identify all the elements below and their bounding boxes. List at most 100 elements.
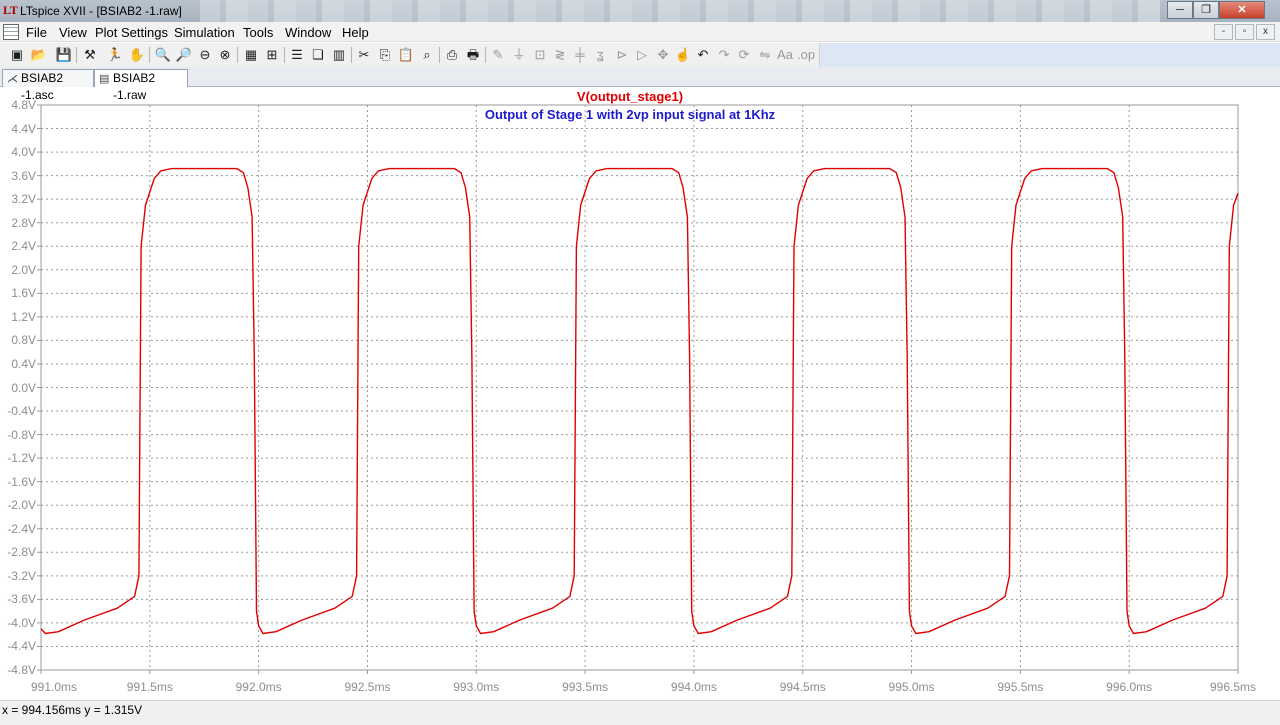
y-tick-label: -0.8V [7, 427, 36, 442]
x-tick-label: 993.5ms [562, 680, 609, 694]
menu-simulation[interactable]: Simulation [174, 25, 235, 40]
tile-vertical-icon[interactable]: ▥ [330, 46, 348, 64]
open-folder-icon[interactable]: 📂 [30, 46, 48, 64]
y-tick-label: 2.4V [11, 239, 36, 254]
rotate-icon[interactable]: ⟳ [735, 46, 753, 64]
x-tick-label: 991.0ms [31, 680, 78, 694]
document-waveform-icon[interactable] [3, 24, 19, 40]
run-icon[interactable]: 🏃 [106, 46, 124, 64]
title-bar-background [200, 0, 1160, 22]
zoom-extents-icon[interactable]: ⊞ [263, 46, 281, 64]
draw-wire-icon[interactable]: ✎ [489, 46, 507, 64]
find-binoculars-icon[interactable]: ⌕ [418, 46, 436, 64]
trace-label[interactable]: V(output_stage1) [540, 89, 720, 104]
y-tick-label: -3.2V [7, 568, 36, 583]
x-tick-label: 991.5ms [126, 680, 173, 694]
x-tick-label: 995.0ms [888, 680, 935, 694]
menu-help[interactable]: Help [342, 25, 369, 40]
mirror-icon[interactable]: ⇋ [756, 46, 774, 64]
component-icon[interactable]: ▷ [633, 46, 651, 64]
mdi-minimize-button[interactable]: - [1214, 24, 1233, 40]
tile-horizontal-icon[interactable]: ☰ [288, 46, 306, 64]
paste-icon[interactable]: 📋 [397, 46, 415, 64]
title-bar: LT LTspice XVII - [BSIAB2 -1.raw] ─ ❐ ✕ [0, 0, 1280, 22]
toolbar-separator [284, 47, 285, 63]
y-tick-label: 0.0V [11, 380, 36, 395]
x-tick-label: 994.5ms [779, 680, 826, 694]
save-icon[interactable]: 💾 [55, 46, 73, 64]
close-button[interactable]: ✕ [1219, 1, 1265, 19]
toolbar-separator [76, 47, 77, 63]
diode-icon[interactable]: ⊳ [613, 46, 631, 64]
menu-window[interactable]: Window [285, 25, 331, 40]
tab-schematic[interactable]: ⋌ BSIAB2 -1.asc [2, 69, 94, 102]
y-tick-label: 3.6V [11, 168, 36, 183]
waveform-icon: ▤ [99, 73, 110, 85]
y-tick-label: 2.8V [11, 215, 36, 230]
toolbar-separator [485, 47, 486, 63]
ltspice-window: LT LTspice XVII - [BSIAB2 -1.raw] ─ ❐ ✕ … [0, 0, 1280, 725]
toolbar-separator [439, 47, 440, 63]
y-tick-label: -2.0V [7, 498, 36, 513]
y-tick-label: 1.2V [11, 309, 36, 324]
toolbar-separator [351, 47, 352, 63]
y-tick-label: -0.4V [7, 404, 36, 419]
tab-waveform[interactable]: ▤ BSIAB2 -1.raw [94, 69, 188, 102]
control-panel-icon[interactable]: ⚒ [81, 46, 99, 64]
cascade-windows-icon[interactable]: ❏ [309, 46, 327, 64]
y-tick-label: -1.6V [7, 474, 36, 489]
zoom-out-icon[interactable]: ⊖ [196, 46, 214, 64]
x-tick-label: 996.0ms [1106, 680, 1153, 694]
halt-hand-icon[interactable]: ✋ [128, 46, 146, 64]
y-tick-label: -4.8V [7, 663, 36, 677]
schematic-icon: ⋌ [7, 73, 18, 85]
capacitor-icon[interactable]: ╪ [571, 46, 589, 64]
print-icon[interactable]: ⎙ [443, 46, 461, 64]
cut-icon[interactable]: ✂ [355, 46, 373, 64]
y-tick-label: -4.0V [7, 615, 36, 630]
drag-hand-icon[interactable]: ☝ [674, 46, 692, 64]
cursor-readout: x = 994.156ms y = 1.315V [2, 703, 143, 717]
net-label-icon[interactable]: ⊡ [531, 46, 549, 64]
ltspice-logo-icon: LT [3, 3, 18, 17]
y-tick-label: -2.4V [7, 521, 36, 536]
move-hand-icon[interactable]: ✥ [654, 46, 672, 64]
y-tick-label: -3.6V [7, 592, 36, 607]
minimize-button[interactable]: ─ [1167, 1, 1193, 19]
spice-directive-icon[interactable]: .op [797, 46, 815, 64]
inductor-icon[interactable]: ʓ [591, 46, 609, 64]
mdi-close-button[interactable]: x [1256, 24, 1275, 40]
plot-annotation[interactable]: Output of Stage 1 with 2vp input signal … [430, 107, 830, 122]
redo-icon[interactable]: ↷ [715, 46, 733, 64]
window-title: LTspice XVII - [BSIAB2 -1.raw] [20, 4, 182, 18]
print-setup-icon[interactable]: 🖶 [464, 46, 482, 64]
zoom-pan-icon[interactable]: 🔎 [175, 46, 193, 64]
y-tick-label: -2.8V [7, 545, 36, 560]
toolbar-separator [149, 47, 150, 63]
ground-icon[interactable]: ⏚ [510, 46, 528, 64]
toolbar: ▣ 📂 💾 ⚒ 🏃 ✋ 🔍 🔎 ⊖ ⊗ ▦ ⊞ ☰ ❏ ▥ ✂ ⎘ 📋 ⌕ ⎙ … [0, 43, 1280, 67]
menu-file[interactable]: File [26, 25, 47, 40]
menu-plot-settings[interactable]: Plot Settings [95, 25, 168, 40]
maximize-button[interactable]: ❐ [1193, 1, 1219, 19]
waveform-plot[interactable]: 4.8V 4.4V 4.0V 3.6V 3.2V 2.8V 2.4V 2.0V 1.6V 1.2V… [0, 88, 1280, 700]
x-tick-label: 992.0ms [235, 680, 282, 694]
x-tick-label: 992.5ms [344, 680, 391, 694]
copy-icon[interactable]: ⎘ [376, 46, 394, 64]
resistor-icon[interactable]: ≷ [551, 46, 569, 64]
autorange-icon[interactable]: ▦ [242, 46, 260, 64]
y-tick-label: -1.2V [7, 451, 36, 466]
menu-tools[interactable]: Tools [243, 25, 273, 40]
zoom-cancel-icon[interactable]: ⊗ [216, 46, 234, 64]
zoom-in-icon[interactable]: 🔍 [154, 46, 172, 64]
trace-output-stage1[interactable] [40, 167, 1239, 635]
mdi-restore-button[interactable]: ▫ [1235, 24, 1254, 40]
text-icon[interactable]: Aa [776, 46, 794, 64]
plot-frame [40, 104, 1239, 671]
menu-view[interactable]: View [59, 25, 87, 40]
undo-icon[interactable]: ↶ [694, 46, 712, 64]
y-tick-label: 2.0V [11, 262, 36, 277]
new-schematic-icon[interactable]: ▣ [8, 46, 26, 64]
y-tick-label: 4.8V [11, 98, 36, 112]
plot-canvas[interactable] [0, 88, 1280, 700]
